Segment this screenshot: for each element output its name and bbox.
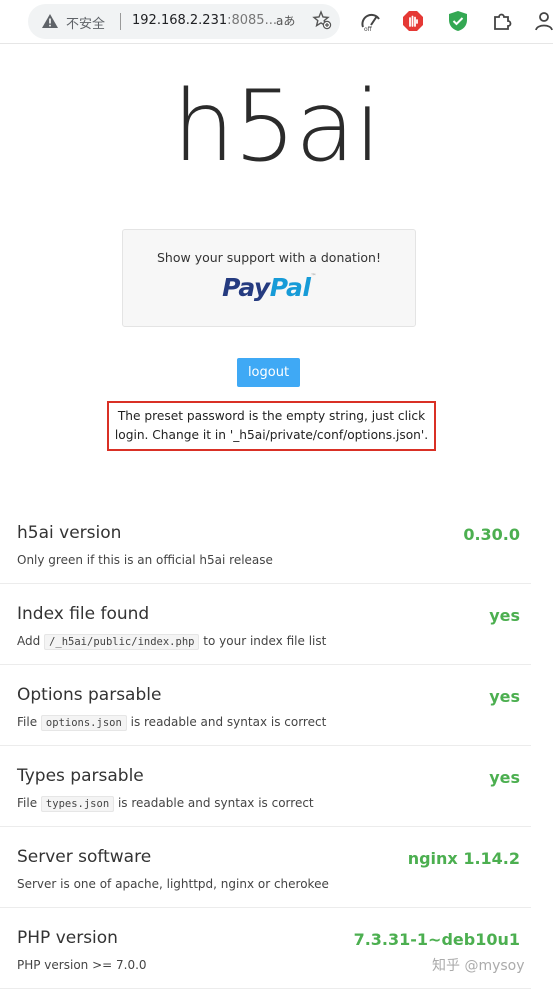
paypal-tm: ™ (310, 273, 316, 280)
test-info: File options.json is readable and syntax… (17, 715, 327, 731)
test-info: Only green if this is an official h5ai r… (17, 553, 273, 567)
password-hint: The preset password is the empty string,… (107, 401, 436, 451)
test-label: Index file found (17, 604, 150, 624)
extensions-puzzle-icon[interactable] (491, 10, 513, 32)
test-info-text: File (17, 796, 38, 810)
url-text: 192.168.2.231:8085... (132, 13, 277, 28)
test-result: 0.30.0 (463, 525, 520, 544)
test-label: Server software (17, 847, 152, 867)
address-separator (120, 13, 121, 30)
test-h5ai-version: h5ai version 0.30.0 Only green if this i… (0, 503, 531, 584)
test-result: yes (489, 606, 520, 625)
test-options-parsable: Options parsable yes File options.json i… (0, 665, 531, 746)
browser-toolbar: › 不安全 192.168.2.231:8085... aあ off (0, 0, 553, 44)
test-info-text: PHP version >= 7.0.0 (17, 958, 147, 972)
test-info-text: to your index file list (203, 634, 327, 648)
test-info-text: Add (17, 634, 41, 648)
warning-icon[interactable] (42, 14, 58, 28)
test-info: File types.json is readable and syntax i… (17, 796, 314, 812)
shield-check-icon[interactable] (447, 10, 469, 32)
test-info: Server is one of apache, lighttpd, nginx… (17, 877, 329, 891)
profile-icon[interactable] (533, 10, 553, 32)
bookmark-star-icon[interactable] (312, 10, 332, 30)
translate-icon[interactable]: aあ (276, 12, 295, 29)
test-info-code: types.json (40, 796, 115, 812)
paypal-logo[interactable]: PayPal™ (123, 273, 415, 302)
test-label: Types parsable (17, 766, 144, 786)
test-info-text: is readable and syntax is correct (130, 715, 327, 729)
server-tests-list: h5ai version 0.30.0 Only green if this i… (0, 503, 531, 989)
donation-box: Show your support with a donation! PayPa… (122, 229, 416, 327)
test-info-text: Only green if this is an official h5ai r… (17, 553, 273, 567)
test-info: Add /_h5ai/public/index.php to your inde… (17, 634, 327, 650)
test-info-text: Server is one of apache, lighttpd, nginx… (17, 877, 329, 891)
hint-line-1: The preset password is the empty string,… (117, 409, 426, 423)
test-server-software: Server software nginx 1.14.2 Server is o… (0, 827, 531, 908)
paypal-pal: Pal (269, 273, 311, 302)
test-php-version: PHP version 7.3.31-1~deb10u1 PHP version… (0, 908, 531, 989)
adblock-icon[interactable] (402, 10, 424, 32)
logout-button[interactable]: logout (237, 358, 300, 387)
security-label: 不安全 (66, 17, 106, 32)
test-info-code: options.json (40, 715, 127, 731)
test-info-code: /_h5ai/public/index.php (44, 634, 200, 650)
paypal-pay: Pay (222, 273, 270, 302)
watermark: 知乎 @mysoy (432, 958, 525, 974)
test-info: PHP version >= 7.0.0 (17, 958, 147, 972)
svg-text:off: off (364, 26, 373, 32)
url-host: 192.168.2.231 (132, 13, 228, 28)
h5ai-logo: h5ai (172, 70, 382, 184)
test-label: Options parsable (17, 685, 162, 705)
test-result: yes (489, 768, 520, 787)
test-label: h5ai version (17, 523, 122, 543)
test-label: PHP version (17, 928, 118, 948)
test-result: 7.3.31-1~deb10u1 (353, 930, 520, 949)
test-result: nginx 1.14.2 (407, 849, 520, 868)
address-bar[interactable]: 不安全 192.168.2.231:8085... aあ (28, 4, 340, 39)
test-index-file: Index file found yes Add /_h5ai/public/i… (0, 584, 531, 665)
extension-speed-icon[interactable]: off (360, 10, 382, 32)
test-info-text: is readable and syntax is correct (117, 796, 314, 810)
test-info-text: File (17, 715, 38, 729)
donation-text: Show your support with a donation! (157, 250, 381, 265)
url-rest: :8085... (227, 13, 277, 28)
test-types-parsable: Types parsable yes File types.json is re… (0, 746, 531, 827)
test-result: yes (489, 687, 520, 706)
back-arrow-icon[interactable]: › (0, 13, 6, 29)
hint-line-2: login. Change it in '_h5ai/private/conf/… (114, 428, 429, 442)
